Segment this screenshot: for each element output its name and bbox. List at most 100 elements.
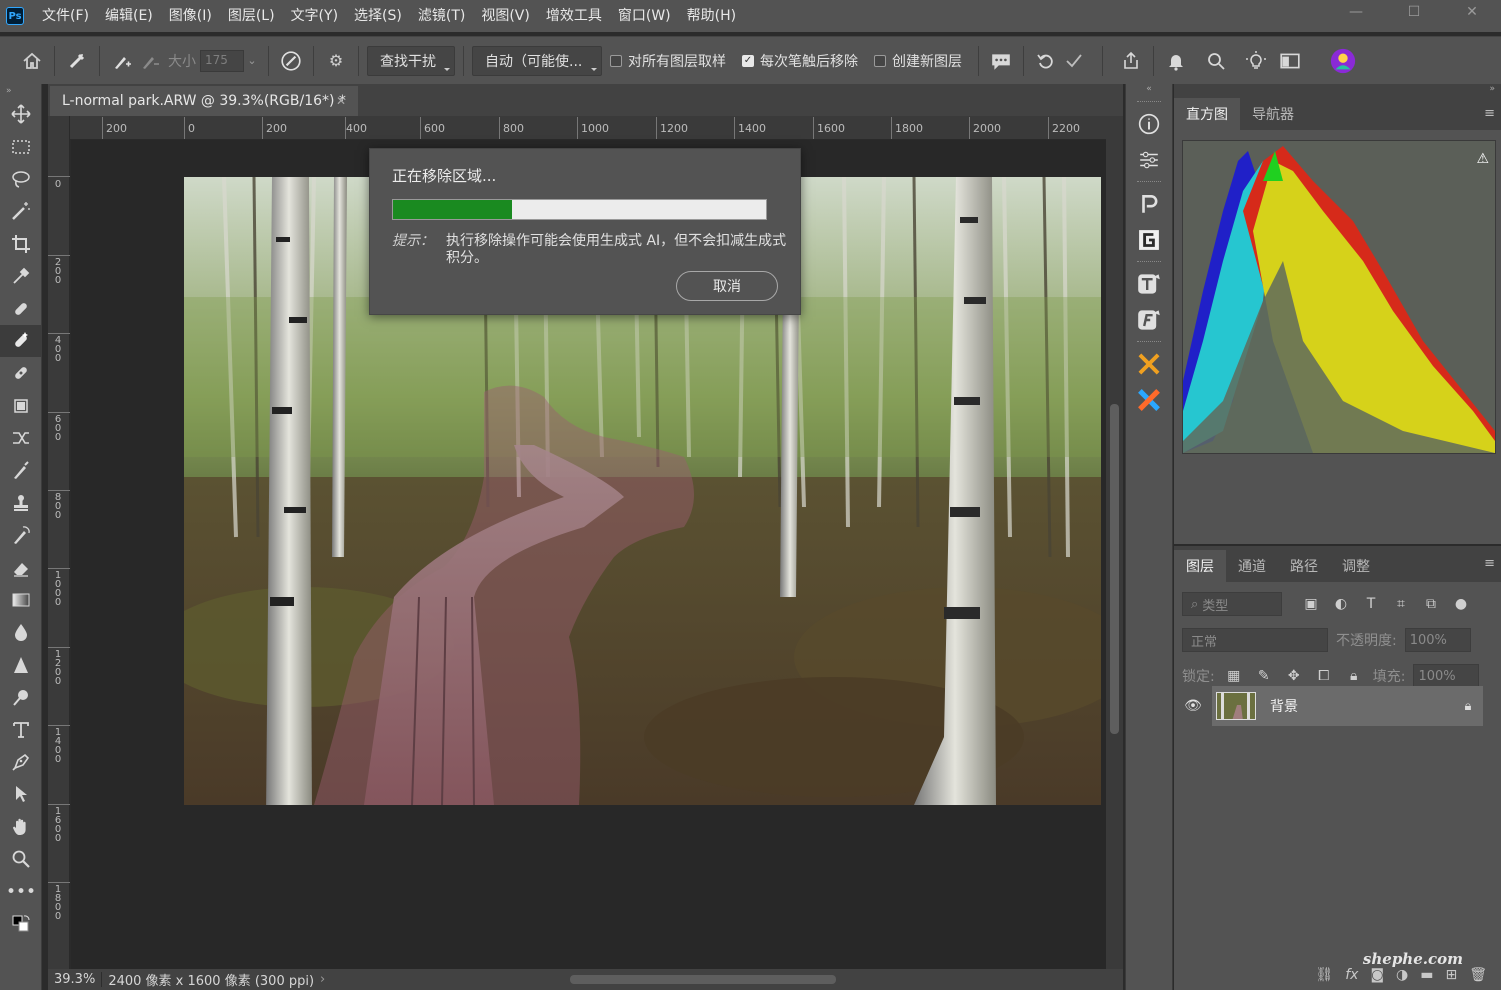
sharpen-tool-icon[interactable] [0, 649, 42, 681]
color-swatches-icon[interactable] [0, 908, 42, 940]
layer-filter-dropdown[interactable]: ⌕ 类型 [1182, 592, 1282, 616]
patch-tool-icon[interactable] [0, 390, 42, 422]
menu-help[interactable]: 帮助(H) [679, 0, 744, 32]
crop-tool-icon[interactable] [0, 228, 42, 260]
marquee-tool-icon[interactable] [0, 130, 42, 162]
menu-type[interactable]: 文字(Y) [283, 0, 346, 32]
tab-layers[interactable]: 图层 [1174, 550, 1226, 582]
workspace-icon[interactable] [1276, 47, 1304, 75]
layer-row[interactable]: 👁︎ 背景 🔒︎ [1174, 685, 1501, 727]
horizontal-ruler[interactable]: 200 0 200 400 600 800 1000 1200 1400 160… [48, 116, 1106, 140]
home-icon[interactable] [18, 47, 46, 75]
new-layer-checkbox[interactable]: 创建新图层 [874, 51, 962, 71]
plugin-color-icon[interactable] [1126, 382, 1172, 418]
adjustment-filter-icon[interactable]: ◐ [1330, 596, 1352, 612]
bell-icon[interactable] [1162, 47, 1190, 75]
lock-transparent-icon[interactable]: ▦ [1223, 668, 1245, 684]
chevron-down-icon[interactable]: ⌄ [244, 47, 260, 75]
tab-histogram[interactable]: 直方图 [1174, 98, 1240, 130]
link-layers-icon[interactable]: ⛓ [1315, 967, 1333, 983]
remove-tool-preset-icon[interactable] [63, 47, 91, 75]
close-icon[interactable]: ✕ [336, 86, 346, 116]
dodge-tool-icon[interactable] [0, 681, 42, 713]
menu-layer[interactable]: 图层(L) [220, 0, 283, 32]
lock-all-icon[interactable]: 🔒︎ [1343, 668, 1365, 684]
clone-stamp-tool-icon[interactable] [0, 487, 42, 519]
blend-mode-dropdown[interactable]: 正常 [1182, 628, 1328, 652]
avatar-icon[interactable] [1328, 46, 1358, 76]
tab-paths[interactable]: 路径 [1278, 550, 1330, 582]
content-aware-move-icon[interactable] [0, 422, 42, 454]
hand-tool-icon[interactable] [0, 811, 42, 843]
chevron-right-icon[interactable]: › [320, 972, 325, 987]
glyphs-icon[interactable] [1126, 222, 1172, 258]
menu-filter[interactable]: 滤镜(T) [410, 0, 473, 32]
panel-collapse-icon[interactable]: » [1174, 84, 1501, 96]
type-filter-icon[interactable]: T [1360, 596, 1382, 612]
gear-icon[interactable]: ⚙ [322, 47, 350, 75]
find-distractions-dropdown[interactable]: 查找干扰 [367, 45, 455, 76]
vertical-scrollbar[interactable] [1106, 116, 1123, 969]
undo-icon[interactable] [1032, 47, 1060, 75]
maximize-button[interactable]: ☐ [1385, 0, 1443, 24]
lightbulb-icon[interactable] [1242, 47, 1270, 75]
pen-tool-icon[interactable] [0, 746, 42, 778]
filter-toggle-icon[interactable]: ● [1450, 596, 1472, 612]
search-icon[interactable] [1202, 47, 1230, 75]
plugin-orange-icon[interactable] [1126, 346, 1172, 382]
blur-tool-icon[interactable] [0, 616, 42, 648]
menu-window[interactable]: 窗口(W) [610, 0, 679, 32]
smart-object-filter-icon[interactable]: ⧉ [1420, 596, 1442, 612]
commit-check-icon[interactable] [1060, 47, 1088, 75]
new-group-icon[interactable]: ▬ [1420, 967, 1433, 983]
close-button[interactable]: ✕ [1443, 0, 1501, 24]
character-styles-icon[interactable] [1126, 266, 1172, 302]
remove-tool-icon[interactable] [0, 324, 42, 358]
lock-position-icon[interactable]: ✥ [1283, 668, 1305, 684]
menu-edit[interactable]: 编辑(E) [97, 0, 161, 32]
type-tool-icon[interactable] [0, 713, 42, 745]
spot-healing-tool-icon[interactable] [0, 292, 42, 324]
lasso-tool-icon[interactable] [0, 163, 42, 195]
tab-adjustments[interactable]: 调整 [1330, 550, 1382, 582]
shape-filter-icon[interactable]: ⌗ [1390, 596, 1412, 612]
menu-select[interactable]: 选择(S) [346, 0, 410, 32]
move-tool-icon[interactable] [0, 98, 42, 130]
info-icon[interactable] [1126, 106, 1172, 142]
add-mask-icon[interactable]: ◙ [1370, 967, 1384, 983]
image-filter-icon[interactable]: ▣ [1300, 596, 1322, 612]
magic-wand-tool-icon[interactable] [0, 195, 42, 227]
panel-menu-icon[interactable]: ≡ [1484, 556, 1495, 571]
properties-sliders-icon[interactable] [1126, 142, 1172, 178]
history-brush-tool-icon[interactable] [0, 519, 42, 551]
eraser-tool-icon[interactable] [0, 551, 42, 583]
panel-collapse-icon[interactable]: « [1126, 84, 1172, 98]
fx-icon[interactable]: fx [1345, 967, 1358, 983]
cancel-button[interactable]: 取消 [676, 271, 778, 301]
warning-icon[interactable]: ⚠ [1476, 151, 1489, 167]
speech-bubble-icon[interactable] [987, 47, 1015, 75]
panel-collapse-icon[interactable]: » [0, 84, 41, 98]
opacity-input[interactable]: 100% [1404, 628, 1471, 652]
eye-icon[interactable]: 👁︎ [1174, 698, 1212, 714]
tab-navigator[interactable]: 导航器 [1240, 98, 1306, 130]
brush-subtract-icon[interactable] [136, 47, 164, 75]
font-styles-icon[interactable] [1126, 302, 1172, 338]
layer-body[interactable]: 背景 🔒︎ [1212, 686, 1483, 726]
minimize-button[interactable]: — [1327, 0, 1385, 24]
brush-tool-icon[interactable] [0, 454, 42, 486]
mode-dropdown[interactable]: 自动（可能使... [472, 45, 602, 76]
menu-view[interactable]: 视图(V) [473, 0, 538, 32]
menu-image[interactable]: 图像(I) [161, 0, 220, 32]
zoom-tool-icon[interactable] [0, 843, 42, 875]
menu-file[interactable]: 文件(F) [34, 0, 97, 32]
sample-all-layers-checkbox[interactable]: 对所有图层取样 [610, 51, 726, 71]
brush-size-input[interactable]: 175 [200, 49, 244, 72]
vertical-ruler[interactable]: 0 200 400 600 800 1000 1200 1400 1600 18… [48, 140, 70, 969]
new-layer-icon[interactable]: ⊞ [1445, 967, 1457, 983]
horizontal-scrollbar[interactable] [340, 972, 1100, 987]
lock-icon[interactable]: 🔒︎ [1453, 699, 1483, 714]
gradient-tool-icon[interactable] [0, 584, 42, 616]
paragraph-styles-icon[interactable] [1126, 186, 1172, 222]
pressure-size-icon[interactable] [277, 47, 305, 75]
